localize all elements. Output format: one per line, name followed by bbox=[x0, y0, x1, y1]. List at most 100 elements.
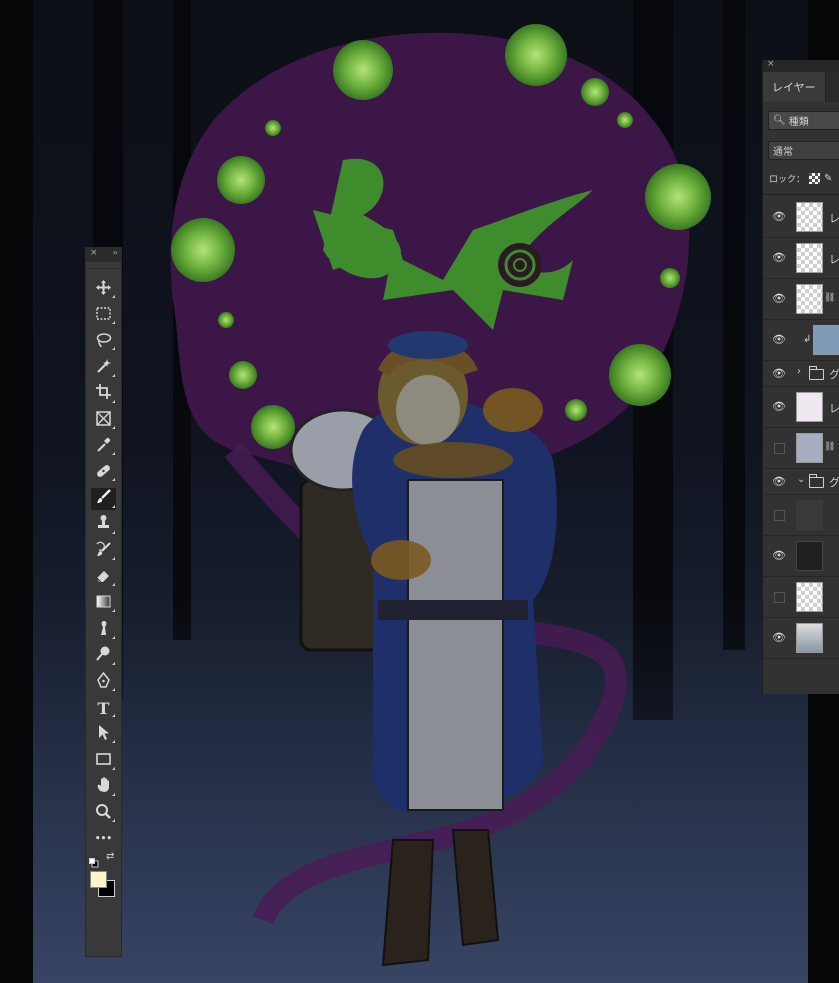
layer-row[interactable] bbox=[763, 495, 839, 536]
layer-thumbnail[interactable] bbox=[796, 500, 823, 530]
eyedropper-tool[interactable] bbox=[91, 435, 116, 457]
layer-row[interactable]: 👁︎ ↲ bbox=[763, 320, 839, 361]
submenu-indicator bbox=[112, 426, 115, 429]
artwork-illustration bbox=[33, 0, 808, 983]
smudge-tool[interactable] bbox=[91, 619, 116, 641]
layer-thumbnail[interactable] bbox=[796, 392, 823, 422]
layer-thumbnail[interactable] bbox=[796, 243, 823, 273]
tools-panel-header[interactable]: × ›› bbox=[86, 248, 121, 262]
layers-panel: × レイヤー 🔍︎ 種類 通常 ロック： ✎ 👁︎ レ 👁︎ レ 👁︎ ⛓ 👁︎ ↲ 👁︎ › グ 👁… bbox=[762, 60, 839, 694]
layer-filter-select[interactable]: 🔍︎ 種類 bbox=[768, 111, 839, 130]
chevron-right-icon[interactable]: › bbox=[797, 366, 801, 377]
ellipsis-icon: ••• bbox=[94, 834, 113, 845]
rectangle-tool[interactable] bbox=[91, 750, 116, 772]
marquee-icon bbox=[95, 305, 112, 326]
visibility-off-icon[interactable] bbox=[772, 508, 786, 522]
layer-name: グ bbox=[829, 476, 839, 489]
layer-thumbnail[interactable] bbox=[796, 284, 823, 314]
lock-row: ロック： ✎ bbox=[769, 168, 832, 188]
submenu-indicator bbox=[112, 766, 115, 770]
layer-row[interactable]: 👁︎ レ bbox=[763, 387, 839, 428]
artwork-canvas[interactable] bbox=[33, 0, 808, 983]
clipping-mask-icon: ↲ bbox=[803, 334, 812, 345]
folder-icon bbox=[809, 474, 824, 488]
eye-icon[interactable]: 👁︎ bbox=[772, 333, 786, 347]
layer-thumbnail[interactable] bbox=[796, 202, 823, 232]
submenu-indicator bbox=[112, 530, 115, 534]
layer-row[interactable]: 👁︎ ⛓ bbox=[763, 279, 839, 320]
crop-icon bbox=[95, 383, 112, 404]
eye-icon[interactable]: 👁︎ bbox=[772, 400, 786, 414]
default-colors-icon[interactable] bbox=[89, 853, 99, 868]
submenu-indicator bbox=[112, 399, 115, 403]
type-tool[interactable]: T bbox=[91, 697, 116, 719]
eye-icon[interactable]: 👁︎ bbox=[772, 549, 786, 563]
submenu-indicator bbox=[112, 321, 115, 325]
submenu-indicator bbox=[112, 635, 115, 639]
visibility-off-icon[interactable] bbox=[772, 590, 786, 604]
layer-row[interactable]: 👁︎ レ bbox=[763, 197, 839, 238]
eye-icon[interactable]: 👁︎ bbox=[772, 631, 786, 645]
submenu-indicator bbox=[112, 557, 115, 560]
clone-stamp-tool[interactable] bbox=[91, 514, 116, 536]
layers-panel-header[interactable]: × bbox=[763, 60, 839, 72]
layer-row[interactable]: ⛓ bbox=[763, 428, 839, 469]
marquee-tool[interactable] bbox=[91, 304, 116, 326]
gradient-tool[interactable] bbox=[91, 592, 116, 614]
lock-pixels-icon[interactable]: ✎ bbox=[824, 173, 832, 184]
layer-row[interactable] bbox=[763, 577, 839, 618]
brush-icon bbox=[95, 488, 112, 509]
frame-tool[interactable] bbox=[91, 409, 116, 431]
swap-colors-icon[interactable]: ⇄ bbox=[106, 852, 118, 864]
layer-name: レ bbox=[829, 212, 839, 225]
eye-icon[interactable]: 👁︎ bbox=[772, 210, 786, 224]
eye-icon[interactable]: 👁︎ bbox=[772, 251, 786, 265]
move-tool[interactable] bbox=[91, 278, 116, 300]
path-selection-tool[interactable] bbox=[91, 723, 116, 745]
close-icon[interactable]: × bbox=[90, 248, 98, 258]
layer-row[interactable]: 👁︎ bbox=[763, 618, 839, 659]
submenu-indicator bbox=[112, 478, 115, 482]
layer-group-row[interactable]: 👁︎ › グ bbox=[763, 361, 839, 387]
blend-mode-select[interactable]: 通常 bbox=[768, 141, 839, 160]
submenu-indicator bbox=[112, 295, 115, 298]
submenu-indicator bbox=[112, 792, 115, 796]
crop-tool[interactable] bbox=[91, 383, 116, 405]
layer-thumbnail[interactable] bbox=[796, 582, 823, 612]
layer-group-row[interactable]: 👁︎ ⌄ グ bbox=[763, 469, 839, 495]
zoom-tool[interactable] bbox=[91, 802, 116, 824]
layer-thumbnail[interactable] bbox=[796, 541, 823, 571]
dodge-tool[interactable] bbox=[91, 645, 116, 667]
lock-transparency-icon[interactable] bbox=[809, 172, 821, 184]
layer-thumbnail[interactable] bbox=[796, 623, 823, 653]
tab-layers[interactable]: レイヤー bbox=[763, 72, 825, 102]
pen-tool[interactable] bbox=[91, 671, 116, 693]
lasso-tool[interactable] bbox=[91, 330, 116, 352]
visibility-off-icon[interactable] bbox=[772, 441, 786, 455]
foreground-color-swatch[interactable] bbox=[90, 871, 107, 888]
magic-wand-tool[interactable] bbox=[91, 357, 116, 379]
history-brush-tool[interactable] bbox=[91, 540, 116, 562]
panel-grip[interactable] bbox=[86, 262, 121, 269]
close-icon[interactable]: × bbox=[767, 60, 775, 69]
layer-thumbnail[interactable] bbox=[796, 433, 823, 463]
layer-row[interactable]: 👁︎ レ bbox=[763, 238, 839, 279]
layer-row[interactable]: 👁︎ bbox=[763, 536, 839, 577]
hand-tool[interactable] bbox=[91, 776, 116, 798]
submenu-indicator bbox=[112, 452, 115, 456]
eye-icon[interactable]: 👁︎ bbox=[772, 292, 786, 306]
brush-tool[interactable] bbox=[91, 487, 116, 510]
submenu-indicator bbox=[112, 661, 115, 665]
healing-brush-tool[interactable] bbox=[91, 461, 116, 483]
expand-icon[interactable]: ›› bbox=[113, 248, 119, 257]
eye-icon[interactable]: 👁︎ bbox=[772, 367, 786, 381]
blend-mode-label: 通常 bbox=[773, 147, 793, 158]
arrow-icon bbox=[95, 724, 112, 745]
more-tools[interactable]: ••• bbox=[91, 828, 116, 850]
search-icon: 🔍︎ bbox=[773, 115, 786, 126]
eye-icon[interactable]: 👁︎ bbox=[772, 475, 786, 489]
chevron-down-icon[interactable]: ⌄ bbox=[797, 474, 805, 485]
eraser-tool[interactable] bbox=[91, 566, 116, 588]
link-icon: ⛓ bbox=[824, 442, 836, 452]
layer-thumbnail[interactable] bbox=[813, 325, 839, 355]
